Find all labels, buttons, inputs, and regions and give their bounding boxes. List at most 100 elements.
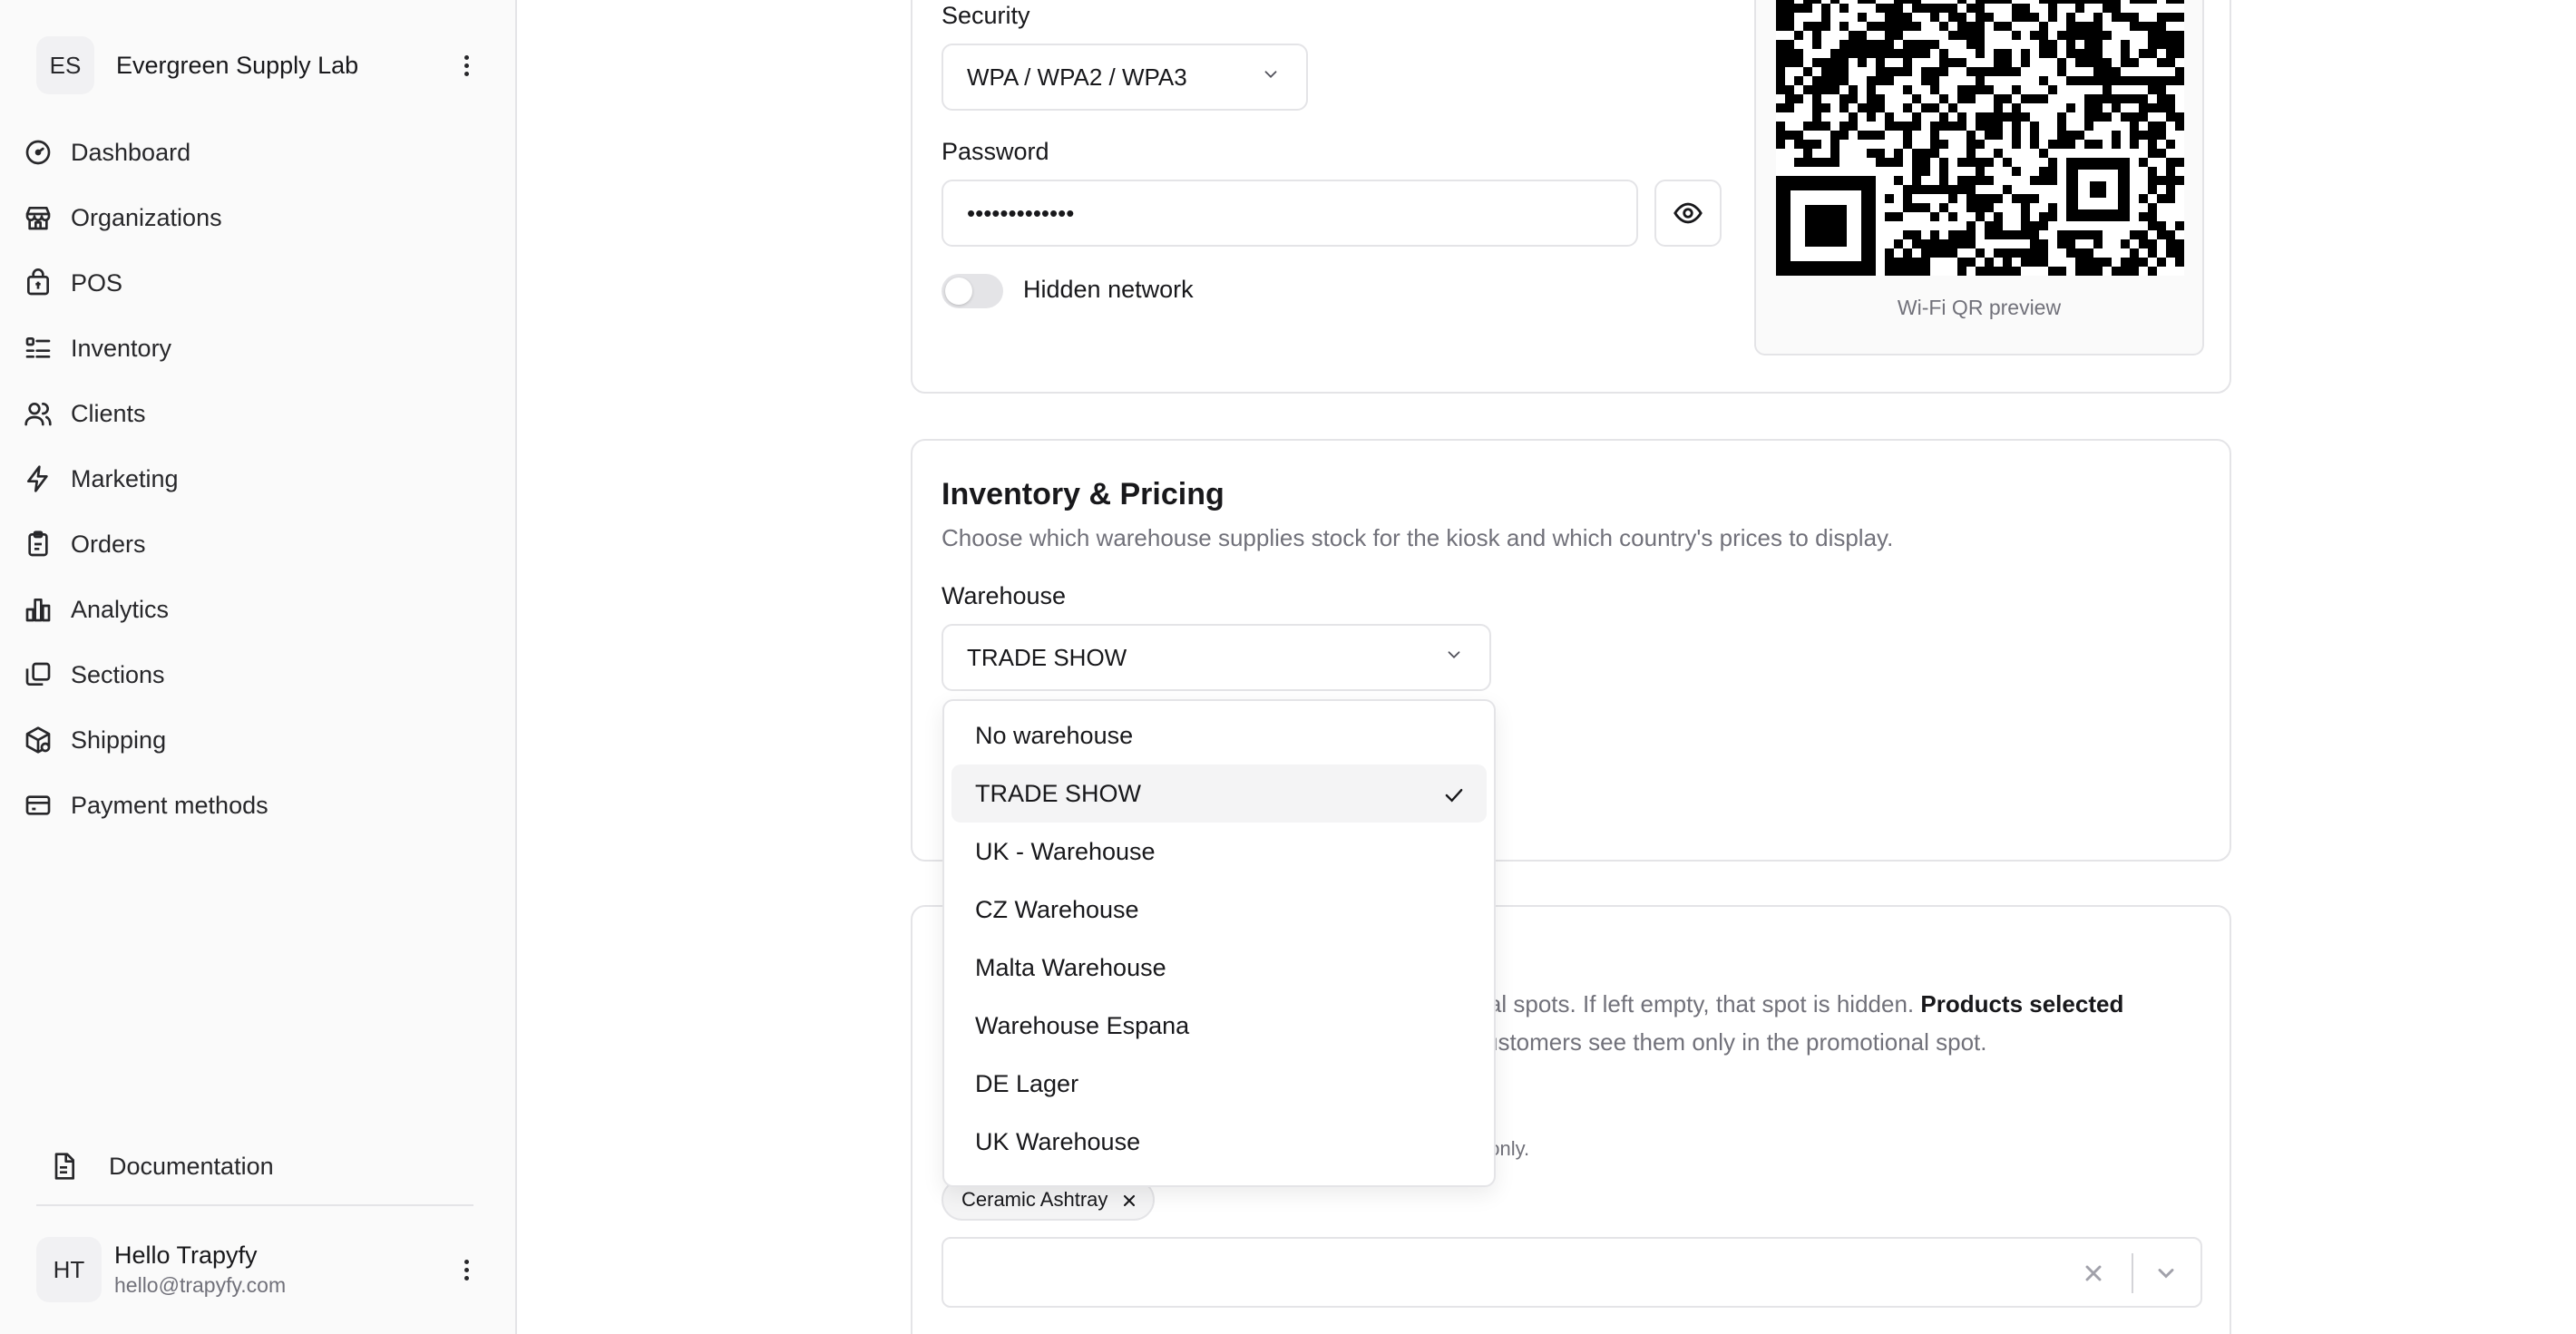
- org-switcher[interactable]: ES Evergreen Supply Lab: [36, 33, 481, 98]
- sidebar-item-dashboard[interactable]: Dashboard: [24, 120, 486, 185]
- qr-module: [2112, 131, 2122, 141]
- sidebar-item-shipping[interactable]: Shipping: [24, 707, 486, 773]
- qr-module: [1930, 67, 1940, 77]
- clear-icon[interactable]: [2081, 1261, 2106, 1286]
- qr-module: [2093, 258, 2103, 268]
- qr-module: [2157, 221, 2167, 231]
- warehouse-option-selected[interactable]: TRADE SHOW: [951, 764, 1487, 823]
- warehouse-option[interactable]: Malta Warehouse: [951, 939, 1487, 997]
- warehouse-option[interactable]: CZ Warehouse: [951, 881, 1487, 939]
- qr-module: [1894, 258, 1904, 268]
- qr-module: [2175, 221, 2184, 231]
- sidebar-item-clients[interactable]: Clients: [24, 381, 486, 446]
- qr-module: [2066, 49, 2076, 59]
- qr-module: [2175, 40, 2184, 50]
- sidebar-item-analytics[interactable]: Analytics: [24, 577, 486, 642]
- qr-module: [2112, 103, 2122, 113]
- qr-module: [1994, 94, 2004, 104]
- qr-module: [2084, 230, 2094, 240]
- warehouse-option[interactable]: DE Lager: [951, 1055, 1487, 1113]
- toggle-password-button[interactable]: [1654, 180, 1722, 247]
- qr-module: [2157, 85, 2167, 95]
- security-select[interactable]: WPA / WPA2 / WPA3: [942, 44, 1308, 111]
- qr-module: [1830, 131, 1840, 141]
- qr-module: [1821, 103, 1831, 113]
- qr-module: [1930, 248, 1940, 258]
- org-menu-icon[interactable]: [452, 54, 481, 76]
- qr-module: [1994, 221, 2004, 231]
- qr-module: [2130, 13, 2140, 23]
- qr-module: [2166, 185, 2176, 195]
- hidden-network-toggle[interactable]: [942, 274, 1003, 308]
- qr-module: [1885, 13, 1895, 23]
- qr-module: [2166, 94, 2176, 104]
- qr-module: [1885, 4, 1895, 14]
- qr-module: [1912, 0, 1922, 5]
- qr-module: [2012, 167, 2022, 177]
- sidebar-item-sections[interactable]: Sections: [24, 642, 486, 707]
- qr-module: [1903, 0, 1913, 5]
- qr-module: [2066, 230, 2076, 240]
- remove-chip-icon[interactable]: [1120, 1192, 1138, 1210]
- qr-module: [1976, 167, 1986, 177]
- qr-module: [2103, 0, 2113, 5]
- qr-module: [1849, 49, 1859, 59]
- sidebar-item-orders[interactable]: Orders: [24, 511, 486, 577]
- layers-icon: [25, 662, 51, 686]
- qr-module: [2103, 4, 2113, 14]
- chevron-down-icon: [1448, 651, 1460, 659]
- qr-module: [2003, 58, 2013, 68]
- qr-module: [2148, 221, 2158, 231]
- qr-module: [1821, 158, 1831, 168]
- sidebar-item-marketing[interactable]: Marketing: [24, 446, 486, 511]
- user-menu[interactable]: HT Hello Trapyfy hello@trapyfy.com: [36, 1233, 481, 1306]
- qr-module: [2093, 31, 2103, 41]
- qr-module: [2021, 212, 2031, 222]
- qr-module: [1885, 258, 1895, 268]
- qr-module: [1976, 40, 1986, 50]
- sidebar-item-organizations[interactable]: Organizations: [24, 185, 486, 250]
- qr-module: [2175, 122, 2184, 131]
- store-icon: [25, 207, 51, 230]
- qr-module: [1985, 112, 1995, 122]
- qr-module: [1912, 167, 1922, 177]
- qr-module: [1803, 140, 1813, 150]
- product-multiselect[interactable]: [942, 1237, 2202, 1308]
- chevron-down-icon[interactable]: [2153, 1261, 2179, 1286]
- qr-module: [1994, 230, 2004, 240]
- qr-module: [1821, 22, 1831, 32]
- sidebar-item-pos[interactable]: POS: [24, 250, 486, 316]
- warehouse-option[interactable]: UK - Warehouse: [951, 823, 1487, 881]
- qr-module: [1948, 230, 1958, 240]
- qr-module: [2166, 248, 2176, 258]
- qr-module: [2084, 76, 2094, 86]
- qr-module: [2157, 13, 2167, 23]
- qr-module: [1885, 112, 1895, 122]
- qr-module: [2075, 58, 2085, 68]
- sidebar-item-documentation[interactable]: Documentation: [49, 1141, 274, 1192]
- warehouse-option[interactable]: UK Warehouse: [951, 1113, 1487, 1171]
- qr-preview: Wi-Fi QR preview: [1754, 0, 2204, 355]
- qr-module: [1803, 67, 1813, 77]
- qr-module: [2075, 4, 2085, 14]
- sidebar-item-inventory[interactable]: Inventory: [24, 316, 486, 381]
- qr-module: [1939, 176, 1949, 186]
- qr-module: [1976, 212, 1986, 222]
- qr-module: [2048, 267, 2058, 277]
- option-label: No warehouse: [975, 721, 1134, 749]
- sidebar-nav: Dashboard Organizations POS Inventory Cl…: [24, 120, 486, 838]
- qr-module: [1867, 131, 1877, 141]
- warehouse-option[interactable]: Warehouse Espana: [951, 997, 1487, 1055]
- qr-module: [1966, 85, 1976, 95]
- qr-module: [2030, 221, 2040, 231]
- sidebar-item-payment-methods[interactable]: Payment methods: [24, 773, 486, 838]
- qr-module: [1912, 49, 1922, 59]
- password-input[interactable]: •••••••••••••: [942, 180, 1638, 247]
- qr-module: [1849, 122, 1859, 131]
- qr-module: [2039, 212, 2049, 222]
- warehouse-select[interactable]: TRADE SHOW: [942, 624, 1491, 691]
- qr-module: [1849, 94, 1859, 104]
- warehouse-option[interactable]: No warehouse: [951, 706, 1487, 764]
- user-menu-icon[interactable]: [452, 1259, 481, 1280]
- qr-module: [2039, 167, 2049, 177]
